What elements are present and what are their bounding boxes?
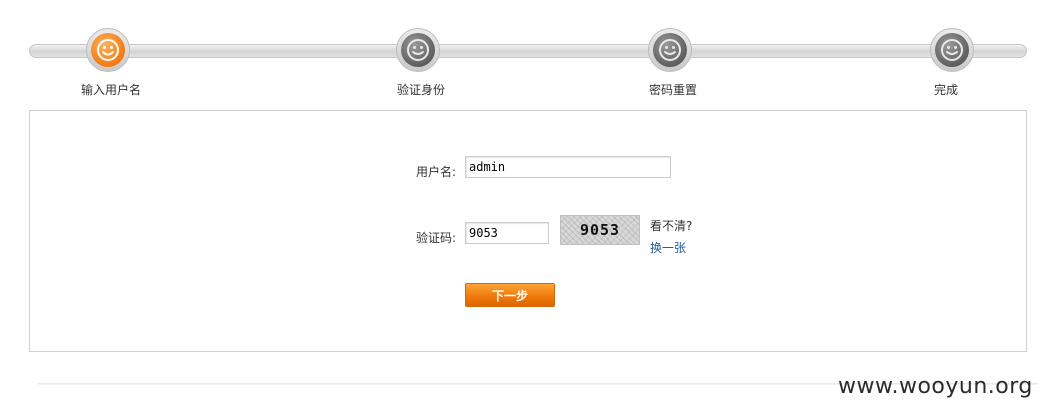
smiley-face-icon <box>935 33 969 67</box>
step-1-indicator <box>86 28 130 72</box>
captcha-hint: 看不清? <box>650 219 693 233</box>
smiley-face-icon <box>401 33 435 67</box>
step-1-label: 输入用户名 <box>80 83 142 97</box>
step-2-indicator <box>396 28 440 72</box>
captcha-input[interactable] <box>465 222 549 244</box>
step-3-indicator <box>648 28 692 72</box>
watermark: www.wooyun.org <box>838 374 1033 399</box>
step-4-indicator <box>930 28 974 72</box>
step-2-label: 验证身份 <box>396 83 446 97</box>
step-3-label: 密码重置 <box>648 83 698 97</box>
username-input[interactable] <box>465 156 671 178</box>
smiley-face-icon <box>653 33 687 67</box>
captcha-label: 验证码: <box>416 231 457 245</box>
username-label: 用户名: <box>416 165 457 179</box>
next-step-button[interactable]: 下一步 <box>465 283 555 307</box>
progress-track <box>29 44 1027 58</box>
smiley-face-icon <box>91 33 125 67</box>
step-4-label: 完成 <box>933 83 959 97</box>
captcha-refresh-link[interactable]: 换一张 <box>650 239 686 256</box>
captcha-image[interactable]: 9053 <box>560 215 640 245</box>
form-panel: 用户名: 验证码: 9053 看不清? 换一张 下一步 <box>29 110 1027 352</box>
